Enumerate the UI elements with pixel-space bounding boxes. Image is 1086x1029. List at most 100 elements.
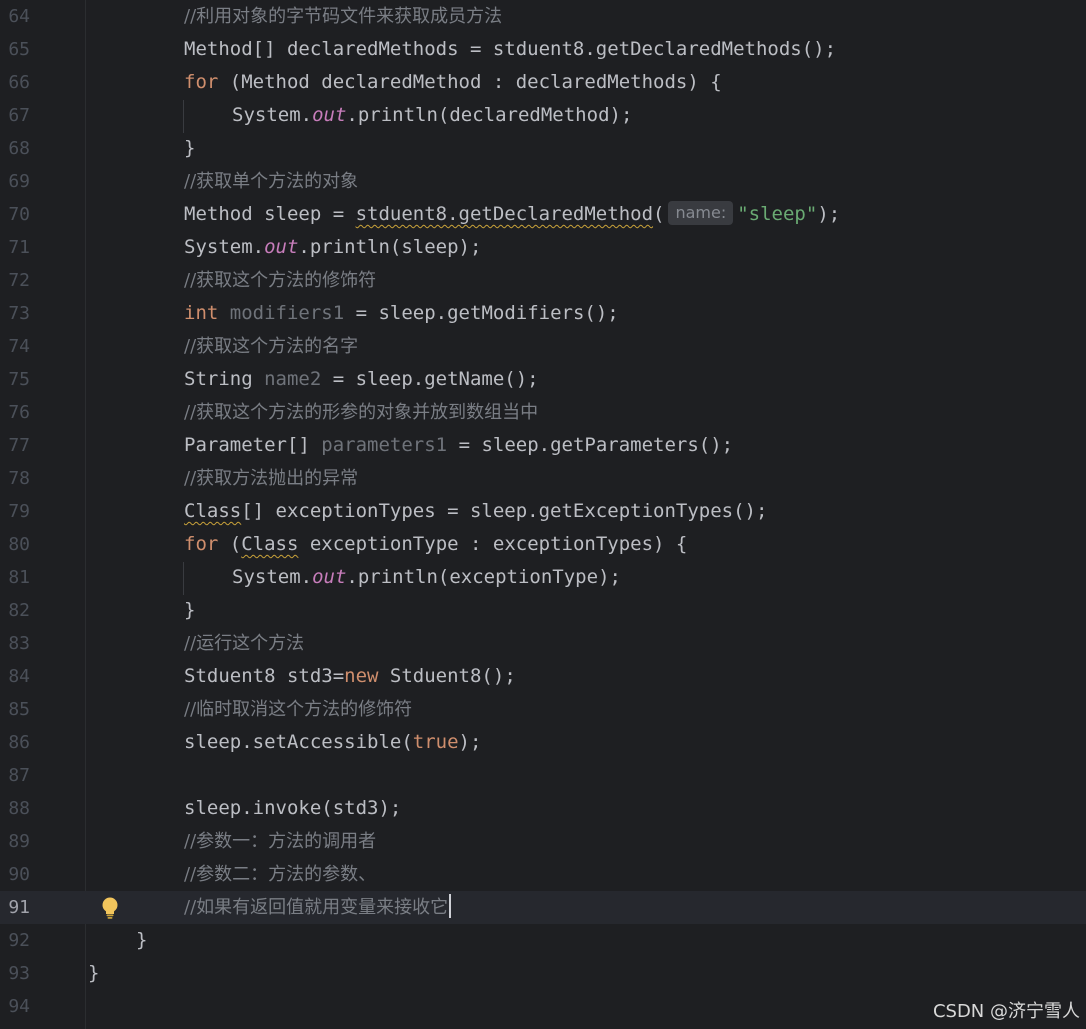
code-statement: Method sleep = stduent8.getDeclaredMetho…	[184, 198, 840, 231]
line-number[interactable]: 86	[0, 726, 30, 759]
code-comment: //如果有返回值就用变量来接收它	[184, 897, 449, 918]
code-line[interactable]: 70 Method sleep = stduent8.getDeclaredMe…	[0, 198, 1086, 231]
code-text: exceptionType : exceptionTypes) {	[298, 533, 688, 555]
code-editor[interactable]: 64 //利用对象的字节码文件来获取成员方法 65 Method[] decla…	[0, 0, 1086, 1029]
code-line[interactable]: 75 String name2 = sleep.getName();	[0, 363, 1086, 396]
code-line[interactable]: 67 System.out.println(declaredMethod);	[0, 99, 1086, 132]
code-line[interactable]: 85 //临时取消这个方法的修饰符	[0, 693, 1086, 726]
code-text: (	[218, 533, 242, 555]
code-text: Method sleep =	[184, 203, 356, 225]
code-line[interactable]: 93 }	[0, 957, 1086, 990]
code-text: .println(sleep);	[298, 236, 482, 258]
line-number[interactable]: 91	[0, 891, 30, 924]
line-number[interactable]: 93	[0, 957, 30, 990]
code-line[interactable]: 66 for (Method declaredMethod : declared…	[0, 66, 1086, 99]
code-line[interactable]: 69 //获取单个方法的对象	[0, 165, 1086, 198]
line-number[interactable]: 69	[0, 165, 30, 198]
static-field: out	[312, 566, 347, 588]
code-comment: //获取这个方法的形参的对象并放到数组当中	[184, 402, 539, 423]
warning-highlight[interactable]: Class	[241, 533, 298, 555]
code-line[interactable]: 87	[0, 759, 1086, 792]
code-text: = sleep.getModifiers();	[344, 302, 619, 324]
code-text: }	[88, 962, 100, 984]
code-comment-line: //如果有返回值就用变量来接收它	[184, 891, 452, 924]
code-text: System.	[232, 104, 313, 126]
code-text: System.	[184, 236, 265, 258]
code-line[interactable]: 84 Stduent8 std3=new Stduent8();	[0, 660, 1086, 693]
line-number[interactable]: 89	[0, 825, 30, 858]
code-line[interactable]: 80 for (Class exceptionType : exceptionT…	[0, 528, 1086, 561]
code-line[interactable]: 88 sleep.invoke(std3);	[0, 792, 1086, 825]
line-number[interactable]: 72	[0, 264, 30, 297]
code-comment: //参数一：方法的调用者	[184, 831, 377, 852]
line-number[interactable]: 84	[0, 660, 30, 693]
line-number[interactable]: 94	[0, 990, 30, 1023]
line-number[interactable]: 90	[0, 858, 30, 891]
code-text: = sleep.getParameters();	[447, 434, 734, 456]
warning-highlight[interactable]: stduent8.getDeclaredMethod	[356, 203, 653, 225]
static-field: out	[312, 104, 347, 126]
code-line[interactable]: 79 Class[] exceptionTypes = sleep.getExc…	[0, 495, 1086, 528]
line-number[interactable]: 76	[0, 396, 30, 429]
line-number[interactable]: 77	[0, 429, 30, 462]
keyword: for	[184, 71, 219, 93]
code-text: = sleep.getName();	[321, 368, 539, 390]
unused-variable: modifiers1	[218, 302, 345, 324]
warning-highlight[interactable]: Class	[184, 500, 241, 522]
code-line[interactable]: 65 Method[] declaredMethods = stduent8.g…	[0, 33, 1086, 66]
code-line[interactable]: 76 //获取这个方法的形参的对象并放到数组当中	[0, 396, 1086, 429]
watermark: CSDN @济宁雪人	[932, 1001, 1080, 1022]
code-line[interactable]: 82 }	[0, 594, 1086, 627]
code-line[interactable]: 92 }	[0, 924, 1086, 957]
code-line[interactable]: 78 //获取方法抛出的异常	[0, 462, 1086, 495]
line-number[interactable]: 66	[0, 66, 30, 99]
current-code-line[interactable]: 91 //如果有返回值就用变量来接收它	[0, 891, 1086, 924]
code-line[interactable]: 81 System.out.println(exceptionType);	[0, 561, 1086, 594]
code-line[interactable]: 73 int modifiers1 = sleep.getModifiers()…	[0, 297, 1086, 330]
line-number[interactable]: 64	[0, 0, 30, 33]
line-number[interactable]: 71	[0, 231, 30, 264]
code-line[interactable]: 74 //获取这个方法的名字	[0, 330, 1086, 363]
line-number[interactable]: 75	[0, 363, 30, 396]
line-number[interactable]: 80	[0, 528, 30, 561]
line-number[interactable]: 81	[0, 561, 30, 594]
code-comment: //参数二：方法的参数、	[184, 864, 377, 885]
code-text: Stduent8();	[378, 665, 516, 687]
line-number[interactable]: 73	[0, 297, 30, 330]
code-statement: for (Class exceptionType : exceptionType…	[184, 528, 687, 561]
line-number[interactable]: 79	[0, 495, 30, 528]
line-number[interactable]: 74	[0, 330, 30, 363]
line-number[interactable]: 82	[0, 594, 30, 627]
code-line[interactable]: 90 //参数二：方法的参数、	[0, 858, 1086, 891]
code-text: System.	[232, 566, 313, 588]
code-statement: sleep.setAccessible(true);	[184, 726, 481, 759]
line-number[interactable]: 70	[0, 198, 30, 231]
line-number[interactable]: 65	[0, 33, 30, 66]
code-line[interactable]: 71 System.out.println(sleep);	[0, 231, 1086, 264]
code-statement: Parameter[] parameters1 = sleep.getParam…	[184, 429, 733, 462]
code-line[interactable]: 72 //获取这个方法的修饰符	[0, 264, 1086, 297]
code-text: (	[653, 203, 665, 225]
code-statement: for (Method declaredMethod : declaredMet…	[184, 66, 722, 99]
line-number[interactable]: 92	[0, 924, 30, 957]
text-caret	[449, 894, 452, 918]
code-line[interactable]: 77 Parameter[] parameters1 = sleep.getPa…	[0, 429, 1086, 462]
lightbulb-icon[interactable]	[98, 895, 122, 921]
line-number[interactable]: 67	[0, 99, 30, 132]
line-number[interactable]: 68	[0, 132, 30, 165]
line-number[interactable]: 88	[0, 792, 30, 825]
line-number[interactable]: 87	[0, 759, 30, 792]
code-line[interactable]: 89 //参数一：方法的调用者	[0, 825, 1086, 858]
line-number[interactable]: 85	[0, 693, 30, 726]
code-line[interactable]: 83 //运行这个方法	[0, 627, 1086, 660]
code-line[interactable]: 94	[0, 990, 1086, 1023]
line-number[interactable]: 83	[0, 627, 30, 660]
keyword: for	[184, 533, 219, 555]
code-statement: System.out.println(exceptionType);	[232, 561, 621, 594]
code-line[interactable]: 68 }	[0, 132, 1086, 165]
static-field: out	[264, 236, 299, 258]
code-line[interactable]: 86 sleep.setAccessible(true);	[0, 726, 1086, 759]
code-text: sleep.setAccessible(	[184, 731, 413, 753]
line-number[interactable]: 78	[0, 462, 30, 495]
code-line[interactable]: 64 //利用对象的字节码文件来获取成员方法	[0, 0, 1086, 33]
